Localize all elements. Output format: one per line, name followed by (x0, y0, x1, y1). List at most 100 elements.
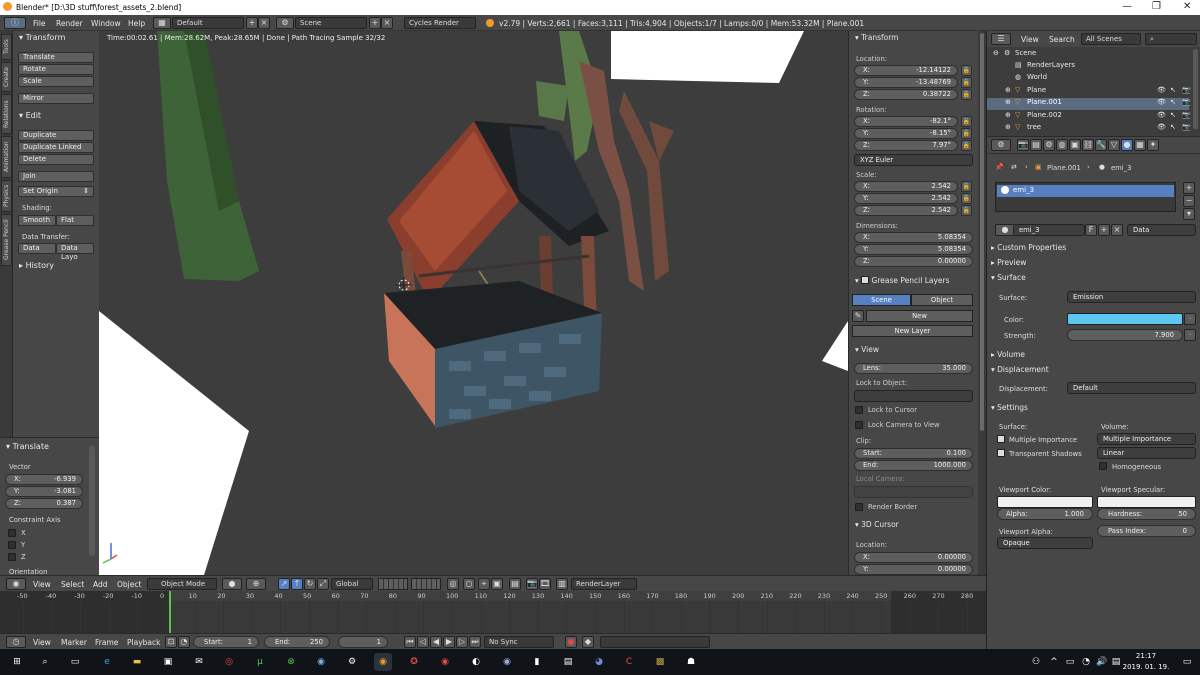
pivot-point-icon[interactable]: ⊕ (246, 578, 266, 590)
material-browse-icon[interactable]: ● (995, 224, 1015, 236)
scrollbar-thumb[interactable] (980, 33, 984, 431)
join-button[interactable]: Join (18, 171, 94, 182)
lock-icon[interactable]: 🔓 (961, 140, 972, 151)
minimize-icon[interactable]: — (1122, 1, 1132, 12)
chrome-icon[interactable]: ◎ (220, 653, 238, 671)
game-character-icon[interactable]: ☗ (682, 653, 700, 671)
clip-start-field[interactable]: Start: 0.100 (854, 448, 973, 459)
grease-pencil-layers-header[interactable]: ▾ Grease Pencil Layers (855, 275, 950, 285)
render-engine-dropdown[interactable]: Cycles Render (404, 17, 476, 29)
screen-layout-icon[interactable]: ▦ (153, 17, 171, 29)
edit-panel-header[interactable]: ▾ Edit (19, 111, 41, 120)
vector-z-field[interactable]: Z: 0.387 (5, 498, 83, 509)
strength-field[interactable]: 7.900 (1067, 329, 1183, 341)
interpolation-dropdown[interactable]: Linear (1097, 447, 1196, 459)
camera-render-icon[interactable]: 📷 (1182, 86, 1191, 94)
outliner-search-input[interactable]: ⌕ (1145, 33, 1197, 45)
transform-panel-header[interactable]: ▾ Transform (19, 33, 65, 42)
fake-user-toggle[interactable]: F (1085, 224, 1097, 236)
add-scene-icon[interactable]: + (369, 17, 381, 29)
3d-view-editor-icon[interactable]: ◉ (6, 578, 26, 590)
volume-sampling-dropdown[interactable]: Multiple Importance (1097, 433, 1196, 445)
cursor-select-icon[interactable]: ↖ (1170, 111, 1176, 119)
tab-create[interactable]: Create (1, 62, 12, 92)
utorrent-icon[interactable]: µ (251, 653, 269, 671)
pass-index-field[interactable]: Pass Index: 0 (1097, 525, 1196, 537)
eye-icon[interactable]: 👁 (1157, 86, 1166, 94)
gp-new-button[interactable]: New (866, 310, 973, 322)
tab-physics[interactable]: Physics (1, 180, 12, 212)
smooth-button[interactable]: Smooth (18, 215, 56, 226)
lock-camera-checkbox[interactable] (855, 421, 863, 429)
viewport-alpha-dropdown[interactable]: Opaque (997, 537, 1093, 549)
eye-icon[interactable]: 👁 (1157, 111, 1166, 119)
clock-time[interactable]: 21:17 (1124, 652, 1168, 660)
remove-layout-icon[interactable]: × (258, 17, 270, 29)
clip-end-field[interactable]: End: 1000.000 (854, 460, 973, 471)
outliner-search-menu[interactable]: Search (1049, 35, 1075, 44)
location-x-field[interactable]: X: -12.14122 (854, 65, 958, 76)
homogeneous-checkbox[interactable] (1099, 462, 1107, 470)
constraint-z-checkbox[interactable] (8, 553, 16, 561)
duplicate-linked-button[interactable]: Duplicate Linked (18, 142, 94, 153)
tl-marker-menu[interactable]: Marker (61, 638, 87, 647)
n-transform-header[interactable]: ▾ Transform (855, 33, 898, 42)
set-origin-dropdown[interactable]: Set Origin ⇕ (18, 186, 94, 197)
outliner-row-world[interactable]: ◍ World (987, 73, 1189, 85)
view-panel-header[interactable]: ▾ View (855, 345, 879, 354)
tray-chevron-icon[interactable]: ^ (1048, 653, 1060, 671)
settings-header[interactable]: ▾ Settings (991, 403, 1028, 412)
texture-tab-icon[interactable]: ▦ (1134, 139, 1146, 151)
sync-mode-dropdown[interactable]: No Sync (484, 636, 554, 648)
camera-render-icon[interactable]: 📷 (1182, 98, 1191, 106)
scene-tab-icon[interactable]: ⚙ (1043, 139, 1055, 151)
color-swatch[interactable] (1067, 313, 1183, 325)
lock-icon[interactable]: 🔓 (961, 65, 972, 76)
alpha-field[interactable]: Alpha: 1.000 (997, 508, 1093, 520)
jump-key-back-icon[interactable]: ◁ (417, 636, 429, 648)
render-layers-tab-icon[interactable]: ▤ (1030, 139, 1042, 151)
delete-button[interactable]: Delete (18, 154, 94, 165)
outliner-row-plane-002[interactable]: ⊕ ▽ Plane.002 👁 ↖ 📷 (987, 111, 1191, 123)
windows-start-icon[interactable]: ⊞ (8, 653, 26, 671)
outliner-scrollbar[interactable] (1193, 49, 1198, 129)
outliner-row-plane[interactable]: ⊕ ▽ Plane 👁 ↖ 📷 (987, 86, 1191, 98)
n-panel-scrollbar[interactable] (978, 31, 986, 575)
outliner-view-menu[interactable]: View (1021, 35, 1039, 44)
lock-layers-icon[interactable]: ◎ (447, 578, 459, 590)
material-slot-row[interactable]: emi_3 (997, 185, 1174, 197)
red-app-icon[interactable]: ◉ (436, 653, 454, 671)
dimension-y-field[interactable]: Y: 5.08354 (854, 244, 973, 255)
cursor-select-icon[interactable]: ↖ (1170, 123, 1176, 131)
opengl-render-icon[interactable]: 📷 (526, 578, 538, 590)
file-explorer-icon[interactable]: ▬ (128, 653, 146, 671)
outliner-row-renderlayers[interactable]: ▤ RenderLayers (987, 61, 1189, 73)
constraints-tab-icon[interactable]: ⛓ (1082, 139, 1094, 151)
menu-render[interactable]: Render (56, 19, 83, 28)
layers-grid-b[interactable] (411, 578, 441, 590)
material-slot-list[interactable]: emi_3 (995, 182, 1176, 212)
breadcrumb-material[interactable]: emi_3 (1111, 164, 1131, 172)
play-icon[interactable]: ▶ (443, 636, 455, 648)
minecraft-icon[interactable]: ▩ (651, 653, 669, 671)
material-tab-icon[interactable]: ● (1121, 139, 1133, 151)
maximize-icon[interactable]: ❐ (1152, 1, 1161, 12)
vh-add-menu[interactable]: Add (93, 580, 108, 589)
cursor-select-icon[interactable]: ↖ (1170, 86, 1176, 94)
pin-icon[interactable]: 📌 (995, 163, 1003, 171)
store-icon[interactable]: ▣ (159, 653, 177, 671)
new-material-icon[interactable]: + (1098, 224, 1110, 236)
remove-scene-icon[interactable]: × (381, 17, 393, 29)
translate-button[interactable]: Translate (18, 52, 94, 63)
lock-icon[interactable]: 🔓 (961, 128, 972, 139)
tab-grease-pencil[interactable]: Grease Pencil (1, 214, 12, 266)
history-panel-header[interactable]: ▸ History (19, 261, 54, 270)
timeline-editor-icon[interactable]: ◷ (6, 636, 26, 648)
blender-taskbar-icon[interactable]: ◉ (374, 653, 392, 671)
jump-end-icon[interactable]: ⏭ (469, 636, 481, 648)
viewport-shading-icon[interactable]: ● (222, 578, 242, 590)
search-icon[interactable]: ⌕ (36, 653, 54, 671)
close-icon[interactable]: ✕ (1183, 1, 1191, 12)
vh-object-menu[interactable]: Object (117, 580, 141, 589)
keying-set-field[interactable] (600, 636, 710, 648)
